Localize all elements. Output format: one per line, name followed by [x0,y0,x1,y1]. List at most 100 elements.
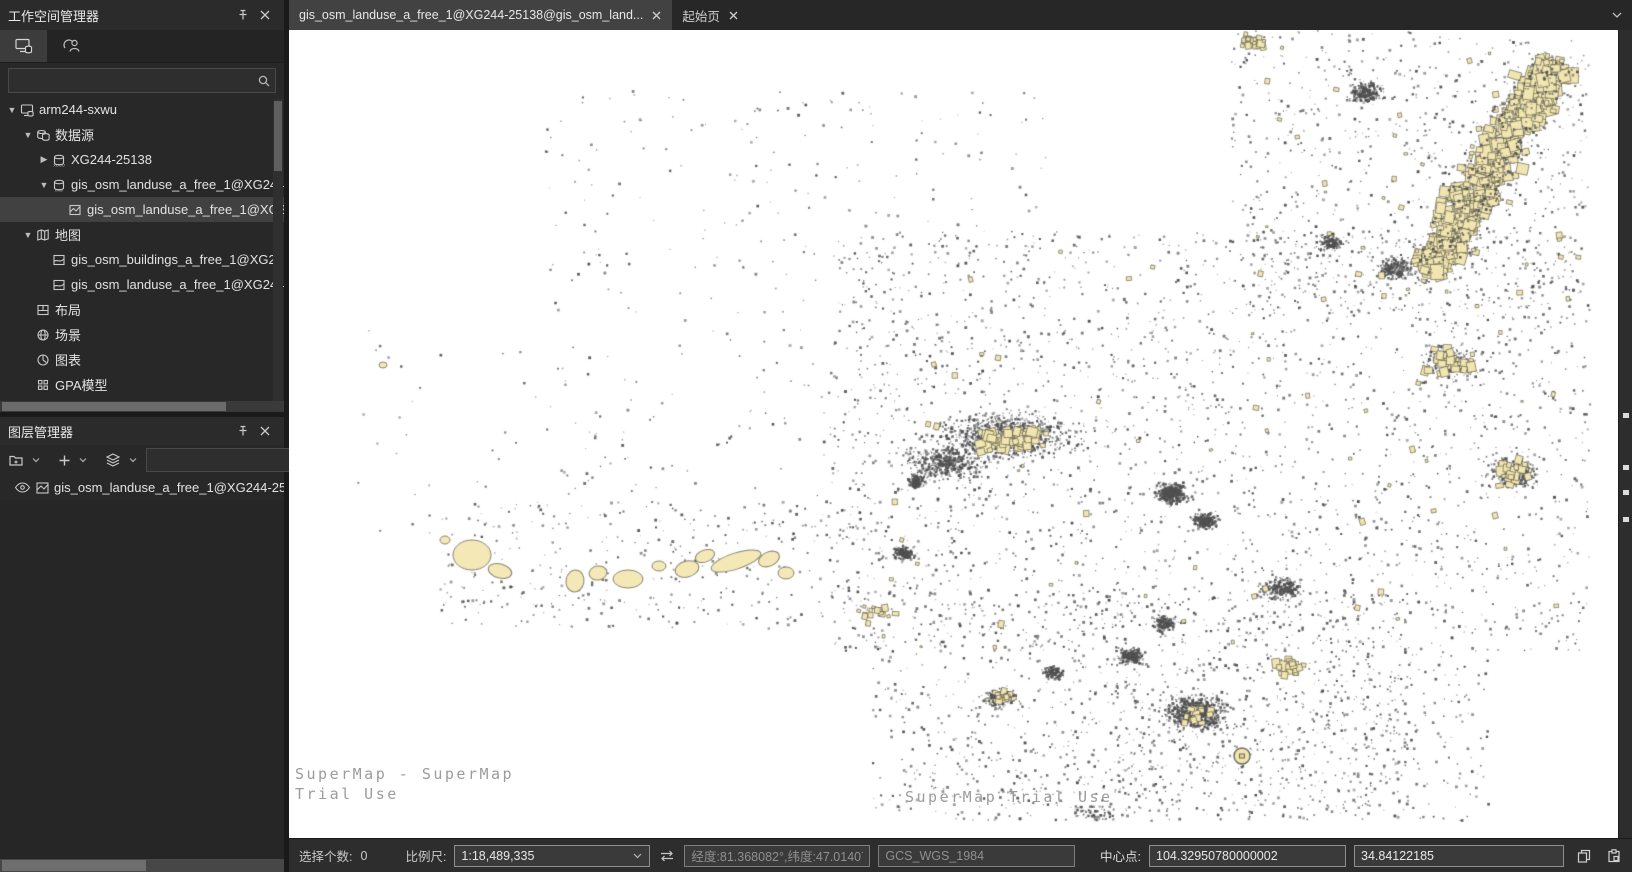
expand-arrow[interactable]: ▶ [38,154,50,165]
layers-dropdown[interactable] [126,448,140,472]
map-icon [50,253,68,267]
tree-item-label: gis_osm_landuse_a_free_1@XG244 [71,177,284,192]
layer-row[interactable]: gis_osm_landuse_a_free_1@XG244-25 [0,475,284,500]
tree-item[interactable]: 图表 [0,347,284,372]
tree-item[interactable]: ▼ IMG gis_osm_landuse_a_free_1@XG244 [0,172,284,197]
expand-arrow[interactable]: ▼ [38,180,50,190]
layer-name: gis_osm_landuse_a_free_1@XG244-25 [54,480,284,495]
tree-item-label: XG244-25138 [71,152,152,167]
tree-item[interactable]: 布局 [0,297,284,322]
tab-map-document[interactable]: gis_osm_landuse_a_free_1@XG244-25138@gis… [289,0,672,30]
expand-arrow[interactable]: ▼ [22,130,34,140]
tab-start-page[interactable]: 起始页 [672,0,749,30]
tab-label: 起始页 [682,6,720,25]
tree-item[interactable]: ▼ 数据源 [0,122,284,147]
workspace-search[interactable] [8,68,276,93]
watermark-line2: Trial Use [295,785,399,803]
dataset-icon [66,203,84,217]
tree-item[interactable]: 场景 [0,322,284,347]
tree-item[interactable]: GPA模型 [0,372,284,397]
new-group-button[interactable] [6,448,27,472]
dock-marker [1623,490,1629,495]
chevron-down-icon [632,852,643,860]
new-group-dropdown[interactable] [29,448,43,472]
tree-horizontal-scrollbar[interactable] [0,401,284,412]
layer-search-input[interactable] [151,452,310,468]
img-db-icon: IMG [50,178,68,192]
layer-panel-title: 图层管理器 [8,422,73,441]
pin-icon[interactable] [232,4,254,26]
status-bar: 选择个数: 0 比例尺: 1:18,489,335 经度:81.368082°,… [289,838,1632,872]
workspace-alt-icon [61,37,81,55]
dock-marker [1623,517,1629,522]
workspace-search-input[interactable] [13,73,257,89]
center-x-field[interactable] [1149,845,1346,867]
tree-item-label: gis_osm_landuse_a_free_1@XG2 [87,202,284,217]
scene-icon [34,328,52,342]
close-icon[interactable] [254,4,276,26]
scrollbar-thumb[interactable] [2,860,146,871]
dock-marker [1623,413,1629,418]
cursor-lonlat-value: 经度:81.368082°,纬度:47.014073 [691,846,863,865]
plus-icon [57,453,72,468]
center-y-field[interactable] [1354,845,1564,867]
crs-field: GCS_WGS_1984 [878,845,1075,867]
tab-close-icon[interactable] [651,10,662,21]
chevron-down-icon [78,456,88,464]
visibility-eye-icon[interactable] [14,481,31,494]
layer-manager-panel: 图层管理器 [0,412,284,872]
workspace-view-tabs [0,30,284,63]
tree-item-label: GPA模型 [55,375,108,394]
maps-icon [34,228,52,242]
selection-count-label: 选择个数: [299,846,352,865]
expand-arrow[interactable]: ▼ [6,105,18,115]
tree-item[interactable]: gis_osm_landuse_a_free_1@XG2 [0,197,284,222]
dataset-icon [35,481,50,495]
expand-arrow[interactable]: ▼ [22,230,34,240]
search-icon [257,74,271,88]
layer-toolbar [0,445,284,475]
cursor-lonlat-field: 经度:81.368082°,纬度:47.014073 [684,845,870,867]
workspace-panel-titlebar: 工作空间管理器 [0,0,284,30]
pin-icon[interactable] [232,420,254,442]
tab-close-icon[interactable] [728,10,739,21]
close-icon[interactable] [254,420,276,442]
tree-item[interactable]: ▶ XUGU XG244-25138 [0,147,284,172]
chevron-down-icon [31,456,41,464]
chevron-down-icon [128,456,138,464]
paste-icon[interactable] [1606,848,1622,864]
tree-vertical-scrollbar[interactable] [273,99,283,401]
tree-item[interactable]: gis_osm_buildings_a_free_1@XG24 [0,247,284,272]
right-dock-strip [1618,30,1632,838]
add-layer-button[interactable] [55,448,74,472]
folder-new-icon [8,452,25,468]
chevron-down-icon [1610,10,1624,20]
datasources-icon [34,128,52,142]
workspace-icon [18,103,36,117]
tree-item[interactable]: ▼ 地图 [0,222,284,247]
tree-item[interactable]: ▼ arm244-sxwu [0,97,284,122]
layers-button[interactable] [102,448,124,472]
gpa-icon [34,378,52,392]
layer-horizontal-scrollbar[interactable] [0,859,284,872]
center-y-input[interactable] [1361,849,1557,863]
swap-icon[interactable] [658,849,676,863]
layer-panel-titlebar: 图层管理器 [0,417,284,445]
tree-item-label: 场景 [55,325,81,344]
content-row: SuperMap - SuperMap Trial Use SuperMap T… [289,30,1632,838]
scale-combobox[interactable]: 1:18,489,335 [454,845,650,867]
tab-list-dropdown[interactable] [1610,0,1624,30]
tab-workspace-alt[interactable] [47,30,94,62]
add-layer-dropdown[interactable] [76,448,90,472]
tree-item[interactable]: gis_osm_landuse_a_free_1@XG244 [0,272,284,297]
center-x-input[interactable] [1156,849,1339,863]
scrollbar-thumb[interactable] [2,402,226,411]
map-view[interactable]: SuperMap - SuperMap Trial Use SuperMap T… [289,30,1618,838]
svg-text:XUGU: XUGU [53,162,65,166]
scrollbar-thumb[interactable] [274,101,282,171]
tab-workspace-tree[interactable] [0,30,47,62]
tab-label: gis_osm_landuse_a_free_1@XG244-25138@gis… [299,8,643,22]
map-canvas[interactable] [289,30,1618,838]
copy-icon[interactable] [1576,848,1592,864]
workspace-tree: ▼ arm244-sxwu ▼ 数据源 ▶ XUGU XG244-25138 ▼… [0,97,284,401]
